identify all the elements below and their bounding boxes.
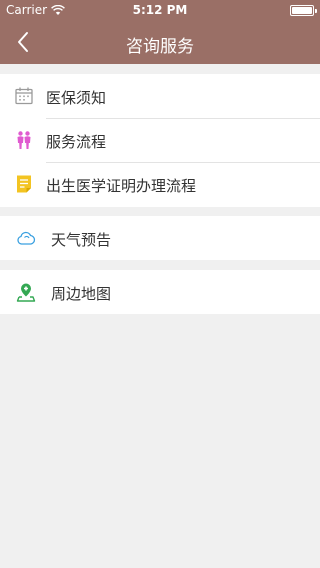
section-weather: 天气预告 — [0, 216, 320, 260]
list-item-medical-insurance[interactable]: 医保须知 — [0, 74, 320, 118]
battery-icon — [290, 5, 317, 16]
list-item-label: 出生医学证明办理流程 — [46, 177, 197, 195]
people-icon — [14, 130, 34, 150]
list-item-weather-forecast[interactable]: 天气预告 — [0, 216, 320, 260]
navigation-bar: 咨询服务 — [0, 20, 320, 64]
list-item-label: 医保须知 — [46, 89, 107, 107]
status-time: 5:12 PM — [132, 3, 188, 17]
page-title: 咨询服务 — [126, 37, 194, 57]
note-icon — [14, 174, 34, 194]
list-item-label: 服务流程 — [46, 133, 107, 151]
list-item-label: 天气预告 — [51, 231, 112, 249]
list-item-service-process[interactable]: 服务流程 — [0, 118, 320, 162]
list-item-birth-certificate-process[interactable]: 出生医学证明办理流程 — [0, 162, 320, 206]
cloud-icon — [16, 228, 36, 248]
map-pin-icon — [16, 282, 36, 302]
status-bar: Carrier 5:12 PM — [0, 0, 320, 20]
header: Carrier 5:12 PM 咨询服务 — [0, 0, 320, 64]
section-info: 医保须知 服务流程 出生医学证明办理流程 — [0, 74, 320, 207]
section-map: 周边地图 — [0, 270, 320, 314]
list-item-label: 周边地图 — [51, 285, 112, 303]
list-item-nearby-map[interactable]: 周边地图 — [0, 270, 320, 314]
calendar-icon — [14, 86, 34, 106]
